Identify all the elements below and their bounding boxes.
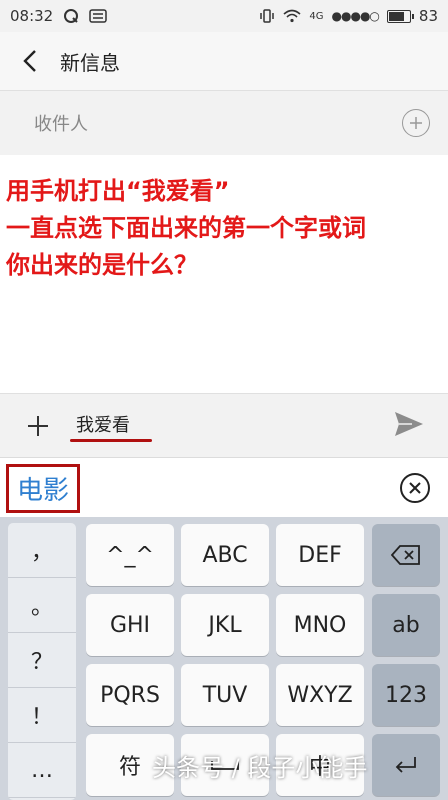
page-title: 新信息 bbox=[60, 50, 120, 75]
vibrate-icon bbox=[260, 9, 275, 23]
status-bar: 08:32 4G ●●●●○ 83 bbox=[0, 0, 448, 32]
key-abc[interactable]: ABC bbox=[181, 524, 269, 586]
key-mno[interactable]: MNO bbox=[276, 594, 364, 656]
battery-fill bbox=[388, 11, 404, 21]
message-area: 用手机打出“我爱看” 一直点选下面出来的第一个字或词 你出来的是什么？ bbox=[0, 155, 448, 393]
candidate-first[interactable]: 电影 bbox=[6, 463, 81, 513]
punct-ellipsis[interactable]: … bbox=[8, 743, 76, 798]
enter-key[interactable] bbox=[372, 734, 440, 796]
recipient-field[interactable]: 收件人 bbox=[0, 90, 448, 156]
close-icon bbox=[409, 482, 421, 494]
candidate-word: 电影 bbox=[17, 475, 70, 506]
caption-line-2: 一直点选下面出来的第一个字或词 bbox=[6, 214, 366, 242]
app-header: 新信息 bbox=[0, 32, 448, 90]
punct-question[interactable]: ？ bbox=[8, 633, 76, 688]
key-ghi[interactable]: GHI bbox=[86, 594, 174, 656]
plus-icon bbox=[410, 117, 422, 129]
network-type: 4G bbox=[309, 10, 324, 22]
enter-icon bbox=[395, 757, 416, 773]
plus-icon bbox=[28, 416, 48, 436]
key-def[interactable]: DEF bbox=[276, 524, 364, 586]
battery-icon bbox=[386, 9, 414, 23]
candidate-bar: 电影 bbox=[0, 457, 448, 518]
recipient-placeholder: 收件人 bbox=[34, 114, 88, 135]
close-candidates-button[interactable] bbox=[400, 473, 430, 503]
backspace-icon bbox=[391, 545, 420, 565]
chevron-left-icon bbox=[23, 50, 36, 72]
wifi-icon bbox=[283, 9, 301, 23]
watermark: 头条号 / 段子小能手 bbox=[152, 754, 368, 782]
caption-line-3: 你出来的是什么？ bbox=[6, 251, 198, 279]
punct-period[interactable]: 。 bbox=[8, 578, 76, 633]
key-numbers[interactable]: 123 bbox=[372, 664, 440, 726]
input-underline bbox=[70, 439, 152, 442]
compose-bar: 我爱看 bbox=[0, 393, 448, 458]
overlay-caption: 用手机打出“我爱看” 一直点选下面出来的第一个字或词 你出来的是什么？ bbox=[6, 173, 366, 284]
q-app-icon bbox=[64, 9, 79, 23]
back-button[interactable] bbox=[0, 32, 60, 90]
punct-comma[interactable]: ， bbox=[8, 523, 76, 578]
punctuation-list[interactable]: ， 。 ？ ！ … bbox=[8, 523, 76, 800]
caption-line-1: 用手机打出“我爱看” bbox=[6, 177, 230, 205]
key-jkl[interactable]: JKL bbox=[181, 594, 269, 656]
key-english[interactable]: ab bbox=[372, 594, 440, 656]
backspace-key[interactable] bbox=[372, 524, 440, 586]
signal-strength-icon: ●●●●○ bbox=[331, 9, 380, 23]
key-emoticon[interactable]: ^_^ bbox=[86, 524, 174, 586]
key-wxyz[interactable]: WXYZ bbox=[276, 664, 364, 726]
attach-button[interactable] bbox=[0, 394, 76, 458]
send-icon bbox=[395, 412, 423, 436]
send-button[interactable] bbox=[394, 411, 424, 441]
key-tuv[interactable]: TUV bbox=[181, 664, 269, 726]
status-time: 08:32 bbox=[10, 7, 54, 25]
punct-exclaim[interactable]: ！ bbox=[8, 688, 76, 743]
key-pqrs[interactable]: PQRS bbox=[86, 664, 174, 726]
keyboard-status-icon bbox=[89, 9, 107, 23]
message-input[interactable]: 我爱看 bbox=[76, 411, 130, 437]
add-recipient-button[interactable] bbox=[402, 109, 430, 137]
battery-level: 83 bbox=[418, 7, 438, 25]
